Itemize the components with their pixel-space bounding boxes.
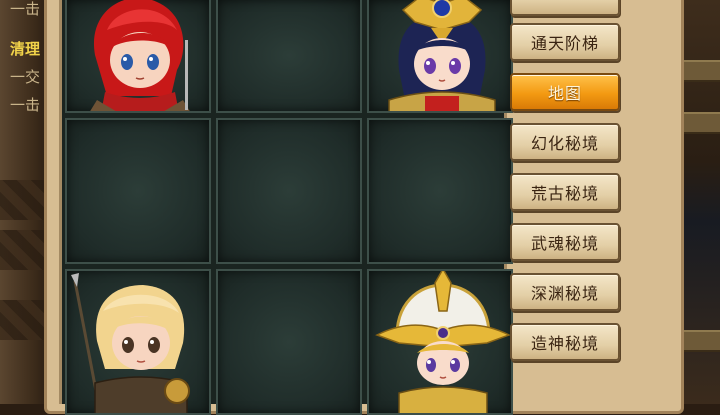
menu-button-map[interactable]: 地图 xyxy=(510,73,620,111)
quest-line: 一击 xyxy=(10,0,41,18)
golden-helmet-knight-avatar xyxy=(375,271,511,413)
grid-cell[interactable] xyxy=(367,269,513,415)
menu-button-label: 地图 xyxy=(547,84,582,103)
red-haired-warrior-avatar xyxy=(90,0,190,111)
menu-button-zaoshen-realm[interactable]: 造神秘境 xyxy=(510,323,620,361)
menu-button-huanggu-realm[interactable]: 荒古秘境 xyxy=(510,173,620,211)
menu-button-wuhun-realm[interactable]: 武魂秘境 xyxy=(510,223,620,261)
menu-button-label: 造神秘境 xyxy=(530,334,599,353)
menu-button-top[interactable] xyxy=(510,0,620,16)
quest-title: 清理 xyxy=(10,40,41,58)
grid-cell[interactable] xyxy=(216,0,362,113)
crowned-heroine-avatar xyxy=(388,0,496,111)
menu-button-shenyuan-realm[interactable]: 深渊秘境 xyxy=(510,273,620,311)
menu-button-label: 武魂秘境 xyxy=(530,234,599,253)
quest-line: 一交 xyxy=(10,68,41,86)
menu-button-label: 深渊秘境 xyxy=(530,284,599,303)
menu-button-label: 通天阶梯 xyxy=(530,34,599,53)
menu-button-tongtian-ladder[interactable]: 通天阶梯 xyxy=(510,23,620,61)
grid-cell[interactable] xyxy=(65,118,211,264)
character-grid xyxy=(59,0,513,415)
side-menu: 通天阶梯 地图 幻化秘境 荒古秘境 武魂秘境 深渊秘境 造神秘境 xyxy=(510,0,630,404)
blonde-warrior-avatar xyxy=(71,273,190,413)
menu-button-huanhua-realm[interactable]: 幻化秘境 xyxy=(510,123,620,161)
grid-cell[interactable] xyxy=(216,118,362,264)
quest-line: 一击 xyxy=(10,96,41,114)
grid-cell[interactable] xyxy=(216,269,362,415)
grid-cell[interactable] xyxy=(65,269,211,415)
menu-button-label: 幻化秘境 xyxy=(530,134,599,153)
grid-cell[interactable] xyxy=(65,0,211,113)
grid-cell[interactable] xyxy=(367,118,513,264)
menu-button-label: 荒古秘境 xyxy=(530,184,599,203)
grid-cell[interactable] xyxy=(367,0,513,113)
